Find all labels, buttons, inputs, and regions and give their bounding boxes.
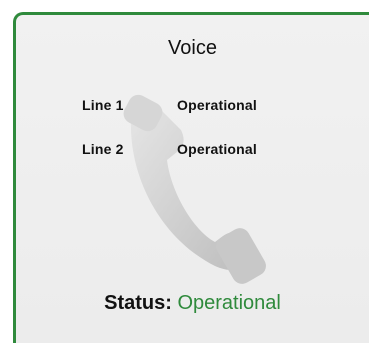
line-1-status: Operational: [177, 97, 257, 113]
line-1-label: Line 1: [82, 97, 124, 113]
overall-status: Status: Operational: [16, 292, 369, 315]
card-title: Voice: [168, 37, 217, 59]
phone-handset-icon: [123, 94, 266, 284]
status-value: Operational: [177, 292, 281, 314]
status-label: Status:: [104, 292, 172, 314]
line-2-label: Line 2: [82, 141, 124, 157]
line-2-status: Operational: [177, 141, 257, 157]
voice-status-card: Voice Line 1 Operational Line 2 Operatio…: [13, 12, 369, 343]
